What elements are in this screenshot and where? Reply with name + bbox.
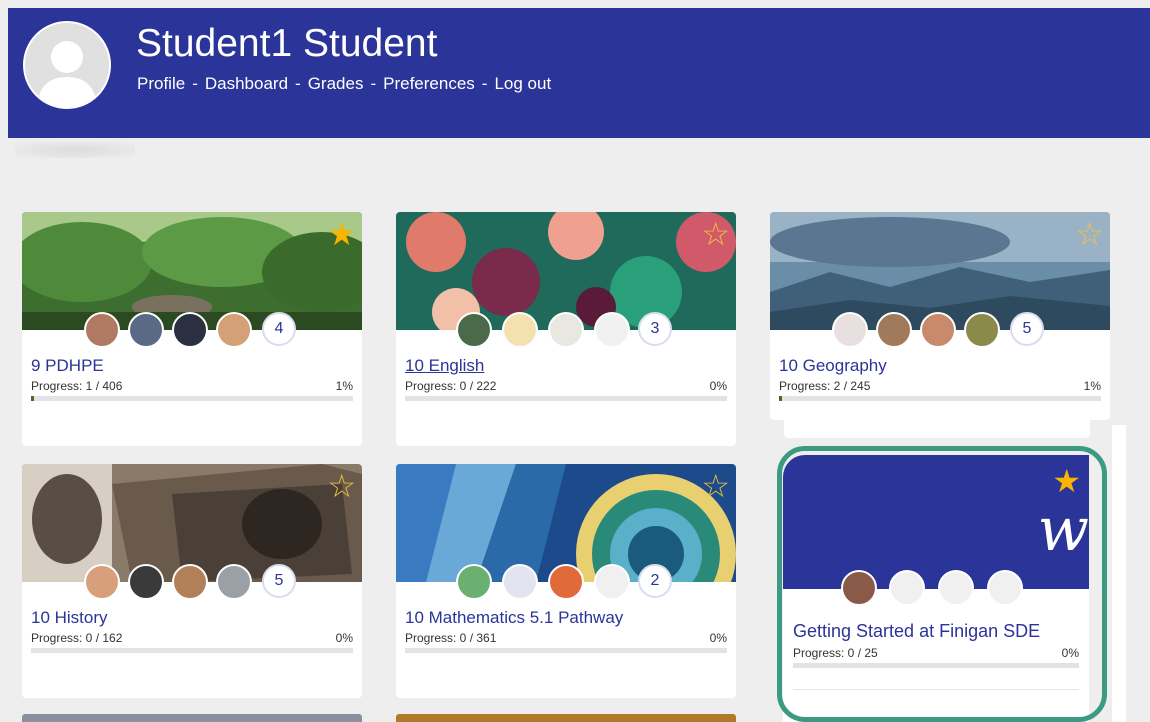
nav-grades-link[interactable]: Grades [308,74,364,93]
course-title[interactable]: 10 Geography [779,356,887,376]
teacher-avatar[interactable] [502,564,538,600]
course-card[interactable]: ☆ 2 10 Mathematics 5.1 Pathway Progress:… [396,464,736,698]
teacher-avatar[interactable] [832,312,868,348]
card-edge [784,420,1090,438]
user-avatar-icon [25,23,109,107]
nav-preferences-link[interactable]: Preferences [383,74,475,93]
teacher-avatars: 5 [84,564,304,600]
teacher-avatar[interactable] [920,312,956,348]
teacher-avatar[interactable] [128,312,164,348]
teacher-avatar[interactable] [594,312,630,348]
progress-fill [31,396,35,401]
nav-logout-link[interactable]: Log out [494,74,551,93]
progress-bar [405,648,727,653]
course-card-peek[interactable] [396,714,736,722]
star-outline-icon[interactable]: ☆ [701,470,730,502]
nav-separator: - [192,74,198,93]
teacher-avatar[interactable] [456,564,492,600]
teacher-avatar[interactable] [456,312,492,348]
course-title[interactable]: 10 English [405,356,484,376]
teacher-count-badge[interactable]: 4 [262,312,296,346]
progress-bar [31,648,353,653]
progress-text: Progress: 1 / 406 [31,379,123,393]
course-card[interactable]: ★ 4 9 PDHPE Progress: 1 / 406 1% [22,212,362,446]
star-outline-icon[interactable]: ☆ [701,218,730,250]
course-title[interactable]: 9 PDHPE [31,356,104,376]
teacher-avatar[interactable] [84,564,120,600]
course-title[interactable]: 10 History [31,608,108,628]
highlight-ring [777,446,1107,722]
progress-text: Progress: 0 / 361 [405,631,497,645]
progress-percent: 1% [335,379,353,393]
course-card[interactable]: ☆ 5 10 History Progress: 0 / 162 0% [22,464,362,698]
course-card-peek[interactable] [22,714,362,722]
teacher-count-badge[interactable]: 5 [262,564,296,598]
header-shadow [15,142,135,158]
progress-text: Progress: 0 / 222 [405,379,497,393]
progress-bar [405,396,727,401]
course-card[interactable]: ☆ 5 10 Geography Progress: 2 / 245 1% [770,212,1110,420]
teacher-avatar[interactable] [548,312,584,348]
progress-percent: 1% [1083,379,1101,393]
progress-fill [779,396,783,401]
teacher-avatars: 5 [832,312,1052,348]
progress-percent: 0% [709,379,727,393]
nav-dashboard-link[interactable]: Dashboard [205,74,288,93]
course-title[interactable]: 10 Mathematics 5.1 Pathway [405,608,623,628]
user-nav: Profile - Dashboard - Grades - Preferences - Log… [137,74,551,94]
teacher-avatar[interactable] [594,564,630,600]
user-header: Student1 Student Profile - Dashboard - Grade… [8,8,1150,138]
course-card[interactable]: ☆ 3 10 English Progress: 0 / 222 0% [396,212,736,446]
progress-percent: 0% [335,631,353,645]
teacher-avatar[interactable] [964,312,1000,348]
teacher-avatar[interactable] [548,564,584,600]
card-edge [1112,425,1126,722]
teacher-avatar[interactable] [876,312,912,348]
user-avatar[interactable] [23,21,111,109]
star-filled-icon[interactable]: ★ [327,218,356,250]
progress-text: Progress: 0 / 162 [31,631,123,645]
user-name: Student1 Student [136,22,438,65]
nav-profile-link[interactable]: Profile [137,74,185,93]
teacher-avatar[interactable] [172,312,208,348]
progress-percent: 0% [709,631,727,645]
nav-separator: - [370,74,377,93]
teacher-avatar[interactable] [84,312,120,348]
progress-bar [31,396,353,401]
teacher-avatar[interactable] [216,564,252,600]
teacher-count-badge[interactable]: 2 [638,564,672,598]
teacher-avatar[interactable] [172,564,208,600]
nav-separator: - [481,74,488,93]
teacher-count-badge[interactable]: 5 [1010,312,1044,346]
progress-text: Progress: 2 / 245 [779,379,871,393]
nav-separator: - [295,74,301,93]
teacher-avatar[interactable] [502,312,538,348]
teacher-avatars: 3 [456,312,676,348]
star-outline-icon[interactable]: ☆ [1075,218,1104,250]
teacher-avatar[interactable] [128,564,164,600]
teacher-avatars: 2 [456,564,676,600]
teacher-avatar[interactable] [216,312,252,348]
teacher-avatars: 4 [84,312,304,348]
star-outline-icon[interactable]: ☆ [327,470,356,502]
progress-bar [779,396,1101,401]
teacher-count-badge[interactable]: 3 [638,312,672,346]
